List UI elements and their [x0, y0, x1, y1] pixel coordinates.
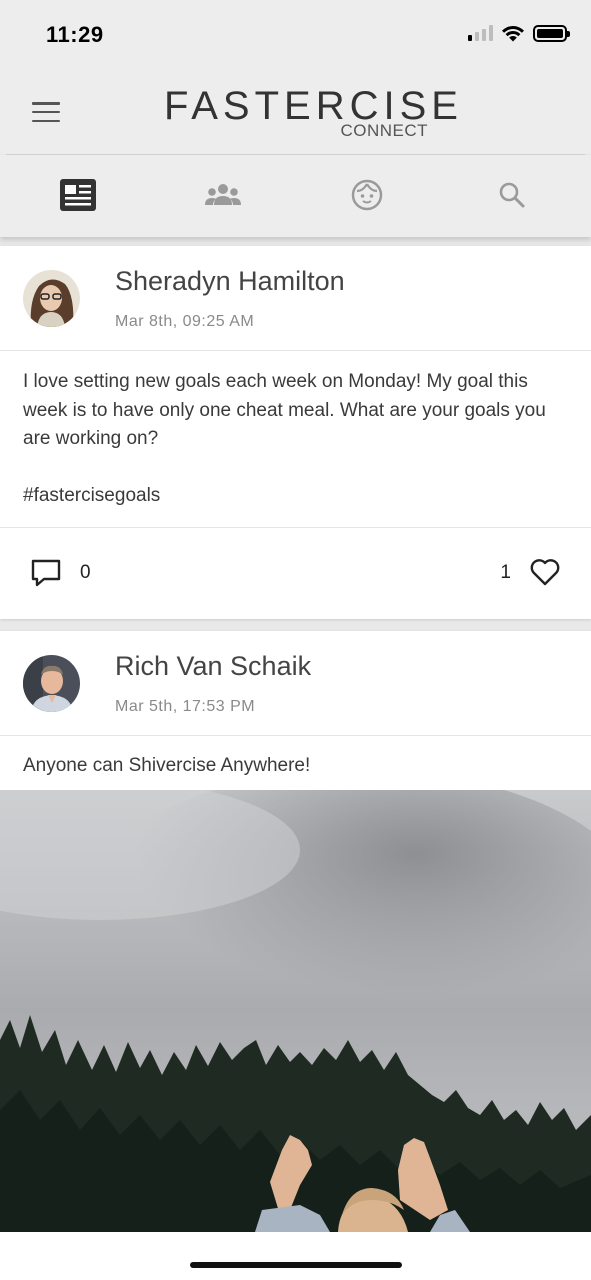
group-icon: [205, 184, 241, 205]
post-text: Anyone can Shivercise Anywhere!: [23, 754, 311, 776]
post-author[interactable]: Rich Van Schaik: [115, 651, 311, 682]
face-icon: [351, 179, 383, 211]
post-body: I love setting new goals each week on Mo…: [0, 351, 591, 528]
comment-icon: [31, 559, 61, 586]
post-body: Anyone can Shivercise Anywhere!: [0, 736, 591, 795]
hamburger-menu-icon[interactable]: [32, 102, 60, 122]
post-author[interactable]: Sheradyn Hamilton: [115, 266, 345, 297]
post-date: Mar 5th, 17:53 PM: [115, 697, 256, 715]
status-bar: 11:29: [0, 0, 591, 70]
like-button[interactable]: [529, 557, 561, 592]
home-bar-area: [0, 1232, 591, 1280]
tab-search[interactable]: [492, 175, 532, 215]
post-card: Rich Van Schaik Mar 5th, 17:53 PM Anyone…: [0, 630, 591, 795]
app-header: FASTERCISE CONNECT: [0, 70, 591, 154]
post-hashtag[interactable]: #fastercisegoals: [23, 482, 568, 511]
status-icons: [468, 24, 570, 42]
home-indicator[interactable]: [190, 1262, 402, 1268]
tab-feed[interactable]: [58, 175, 98, 215]
battery-icon: [533, 24, 570, 42]
status-time: 11:29: [46, 22, 104, 47]
tab-bar: [0, 155, 591, 237]
post-photo[interactable]: [0, 790, 591, 1232]
feed: Sheradyn Hamilton Mar 8th, 09:25 AM I lo…: [0, 246, 591, 794]
post-header: Rich Van Schaik Mar 5th, 17:53 PM: [0, 631, 591, 736]
cellular-signal-icon: [468, 25, 493, 41]
search-icon: [499, 182, 525, 208]
like-count: 1: [500, 561, 511, 583]
tab-groups[interactable]: [203, 175, 243, 215]
newsfeed-icon: [60, 179, 96, 211]
avatar[interactable]: [23, 270, 80, 327]
avatar[interactable]: [23, 654, 80, 712]
post-card: Sheradyn Hamilton Mar 8th, 09:25 AM I lo…: [0, 246, 591, 619]
heart-icon: [530, 558, 560, 585]
post-text: I love setting new goals each week on Mo…: [23, 371, 546, 449]
post-header: Sheradyn Hamilton Mar 8th, 09:25 AM: [0, 246, 591, 351]
comment-button[interactable]: [30, 558, 62, 593]
comment-count: 0: [80, 561, 91, 583]
app-logo: FASTERCISE CONNECT: [164, 84, 458, 144]
post-actions: 0 1: [0, 528, 591, 619]
tab-profile[interactable]: [347, 175, 387, 215]
post-date: Mar 8th, 09:25 AM: [115, 313, 255, 330]
wifi-icon: [502, 26, 524, 42]
logo-sub: CONNECT: [340, 121, 428, 140]
